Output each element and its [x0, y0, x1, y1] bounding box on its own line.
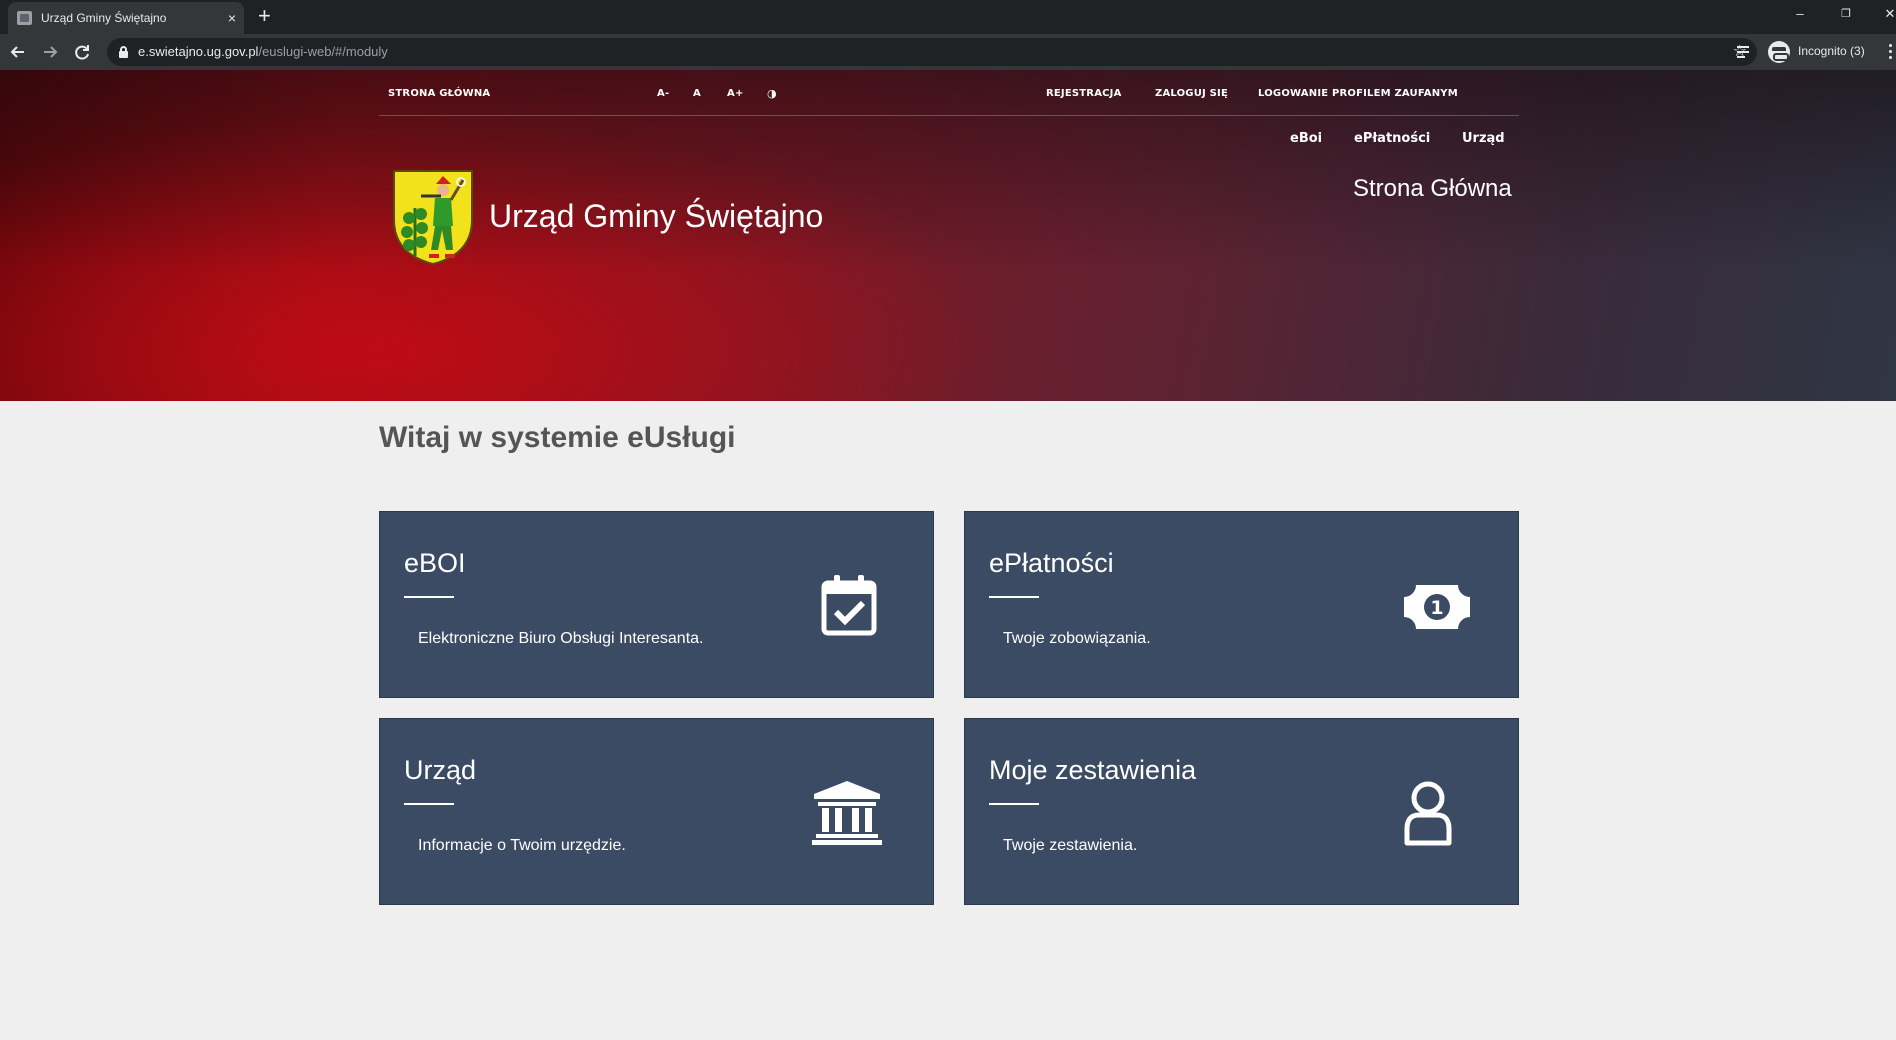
tile-urzad[interactable]: Urząd Informacje o Twoim urzędzie.	[379, 718, 934, 905]
nav-eboi[interactable]: eBoi	[1290, 131, 1322, 146]
util-link-register[interactable]: REJESTRACJA	[1046, 88, 1122, 99]
reload-icon[interactable]	[71, 41, 93, 63]
tile-description: Informacje o Twoim urzędzie.	[418, 837, 626, 854]
font-normal-button[interactable]: A	[693, 88, 701, 99]
browser-tabbar: Urząd Gminy Świętajno × + – ❐ ✕	[0, 0, 1896, 34]
utility-bar: STRONA GŁÓWNA A- A A+ ◑ REJESTRACJA ZALO…	[379, 70, 1519, 116]
browser-tab[interactable]: Urząd Gminy Świętajno ×	[8, 2, 244, 34]
tile-title: Urząd	[404, 755, 477, 785]
tile-description: Twoje zestawienia.	[1003, 837, 1138, 854]
tab-close-icon[interactable]: ×	[228, 8, 236, 28]
window-minimize-button[interactable]: –	[1790, 4, 1810, 24]
font-smaller-button[interactable]: A-	[657, 88, 669, 99]
tile-eplatnosci[interactable]: ePłatności Twoje zobowiązania. 1	[964, 511, 1519, 698]
tile-eboi[interactable]: eBOI Elektroniczne Biuro Obsługi Interes…	[379, 511, 934, 698]
tile-description: Twoje zobowiązania.	[1003, 630, 1151, 647]
banknote-digit: 1	[1430, 597, 1443, 619]
building-columns-icon	[812, 777, 882, 847]
font-larger-button[interactable]: A+	[727, 88, 744, 99]
tile-divider	[989, 596, 1039, 598]
util-link-trusted-profile[interactable]: LOGOWANIE PROFILEM ZAUFANYM	[1258, 88, 1458, 99]
window-restore-button[interactable]: ❐	[1836, 4, 1856, 24]
tile-title: Moje zestawienia	[989, 755, 1197, 785]
lock-icon[interactable]	[119, 46, 128, 58]
browser-menu-icon[interactable]	[1889, 42, 1893, 62]
coat-of-arms-logo[interactable]	[391, 168, 475, 266]
tile-description: Elektroniczne Biuro Obsługi Interesanta.	[418, 630, 704, 647]
user-icon	[1393, 777, 1463, 847]
banknote-icon: 1	[1402, 570, 1472, 640]
welcome-heading: Witaj w systemie eUsługi	[379, 421, 736, 454]
forward-arrow-icon[interactable]	[39, 41, 61, 63]
tile-divider	[404, 803, 454, 805]
tile-title: eBOI	[404, 548, 466, 578]
current-page-title: Strona Główna	[1353, 175, 1512, 202]
site-title[interactable]: Urząd Gminy Świętajno	[489, 198, 823, 235]
tile-title: ePłatności	[989, 548, 1114, 578]
window-close-button[interactable]: ✕	[1880, 4, 1896, 24]
back-arrow-icon[interactable]	[7, 41, 29, 63]
site-header: STRONA GŁÓWNA A- A A+ ◑ REJESTRACJA ZALO…	[0, 70, 1896, 401]
calendar-check-icon	[814, 570, 884, 640]
tile-moje-zestawienia[interactable]: Moje zestawienia Twoje zestawienia.	[964, 718, 1519, 905]
tile-divider	[404, 596, 454, 598]
util-link-login[interactable]: ZALOGUJ SIĘ	[1155, 88, 1228, 99]
reading-list-icon[interactable]	[1737, 43, 1755, 61]
util-link-home[interactable]: STRONA GŁÓWNA	[388, 88, 490, 99]
tile-divider	[989, 803, 1039, 805]
url-text[interactable]: e.swietajno.ug.gov.pl/euslugi-web/#/modu…	[138, 44, 388, 59]
nav-urzad[interactable]: Urząd	[1462, 131, 1505, 146]
browser-toolbar: e.swietajno.ug.gov.pl/euslugi-web/#/modu…	[0, 34, 1896, 70]
favicon-icon	[17, 11, 32, 25]
tab-title: Urząd Gminy Świętajno	[41, 11, 167, 25]
new-tab-button[interactable]: +	[258, 4, 271, 28]
profile-label: Incognito (3)	[1798, 44, 1865, 58]
nav-eplatnosci[interactable]: ePłatności	[1354, 131, 1430, 146]
incognito-icon	[1768, 41, 1790, 63]
contrast-icon[interactable]: ◑	[767, 87, 777, 100]
address-bar[interactable]: e.swietajno.ug.gov.pl/euslugi-web/#/modu…	[107, 38, 1757, 66]
